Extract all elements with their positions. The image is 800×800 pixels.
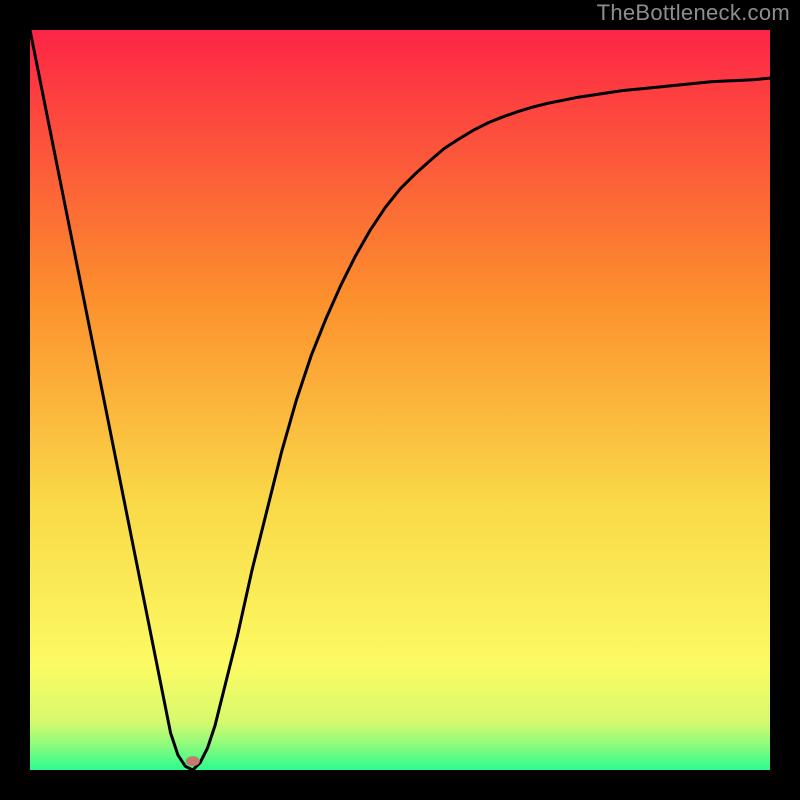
chart-svg — [30, 30, 770, 770]
watermark-text: TheBottleneck.com — [597, 0, 790, 26]
marker-dot — [186, 756, 200, 766]
plot-area — [30, 30, 770, 770]
gradient-bg — [30, 30, 770, 770]
chart-frame: TheBottleneck.com — [0, 0, 800, 800]
